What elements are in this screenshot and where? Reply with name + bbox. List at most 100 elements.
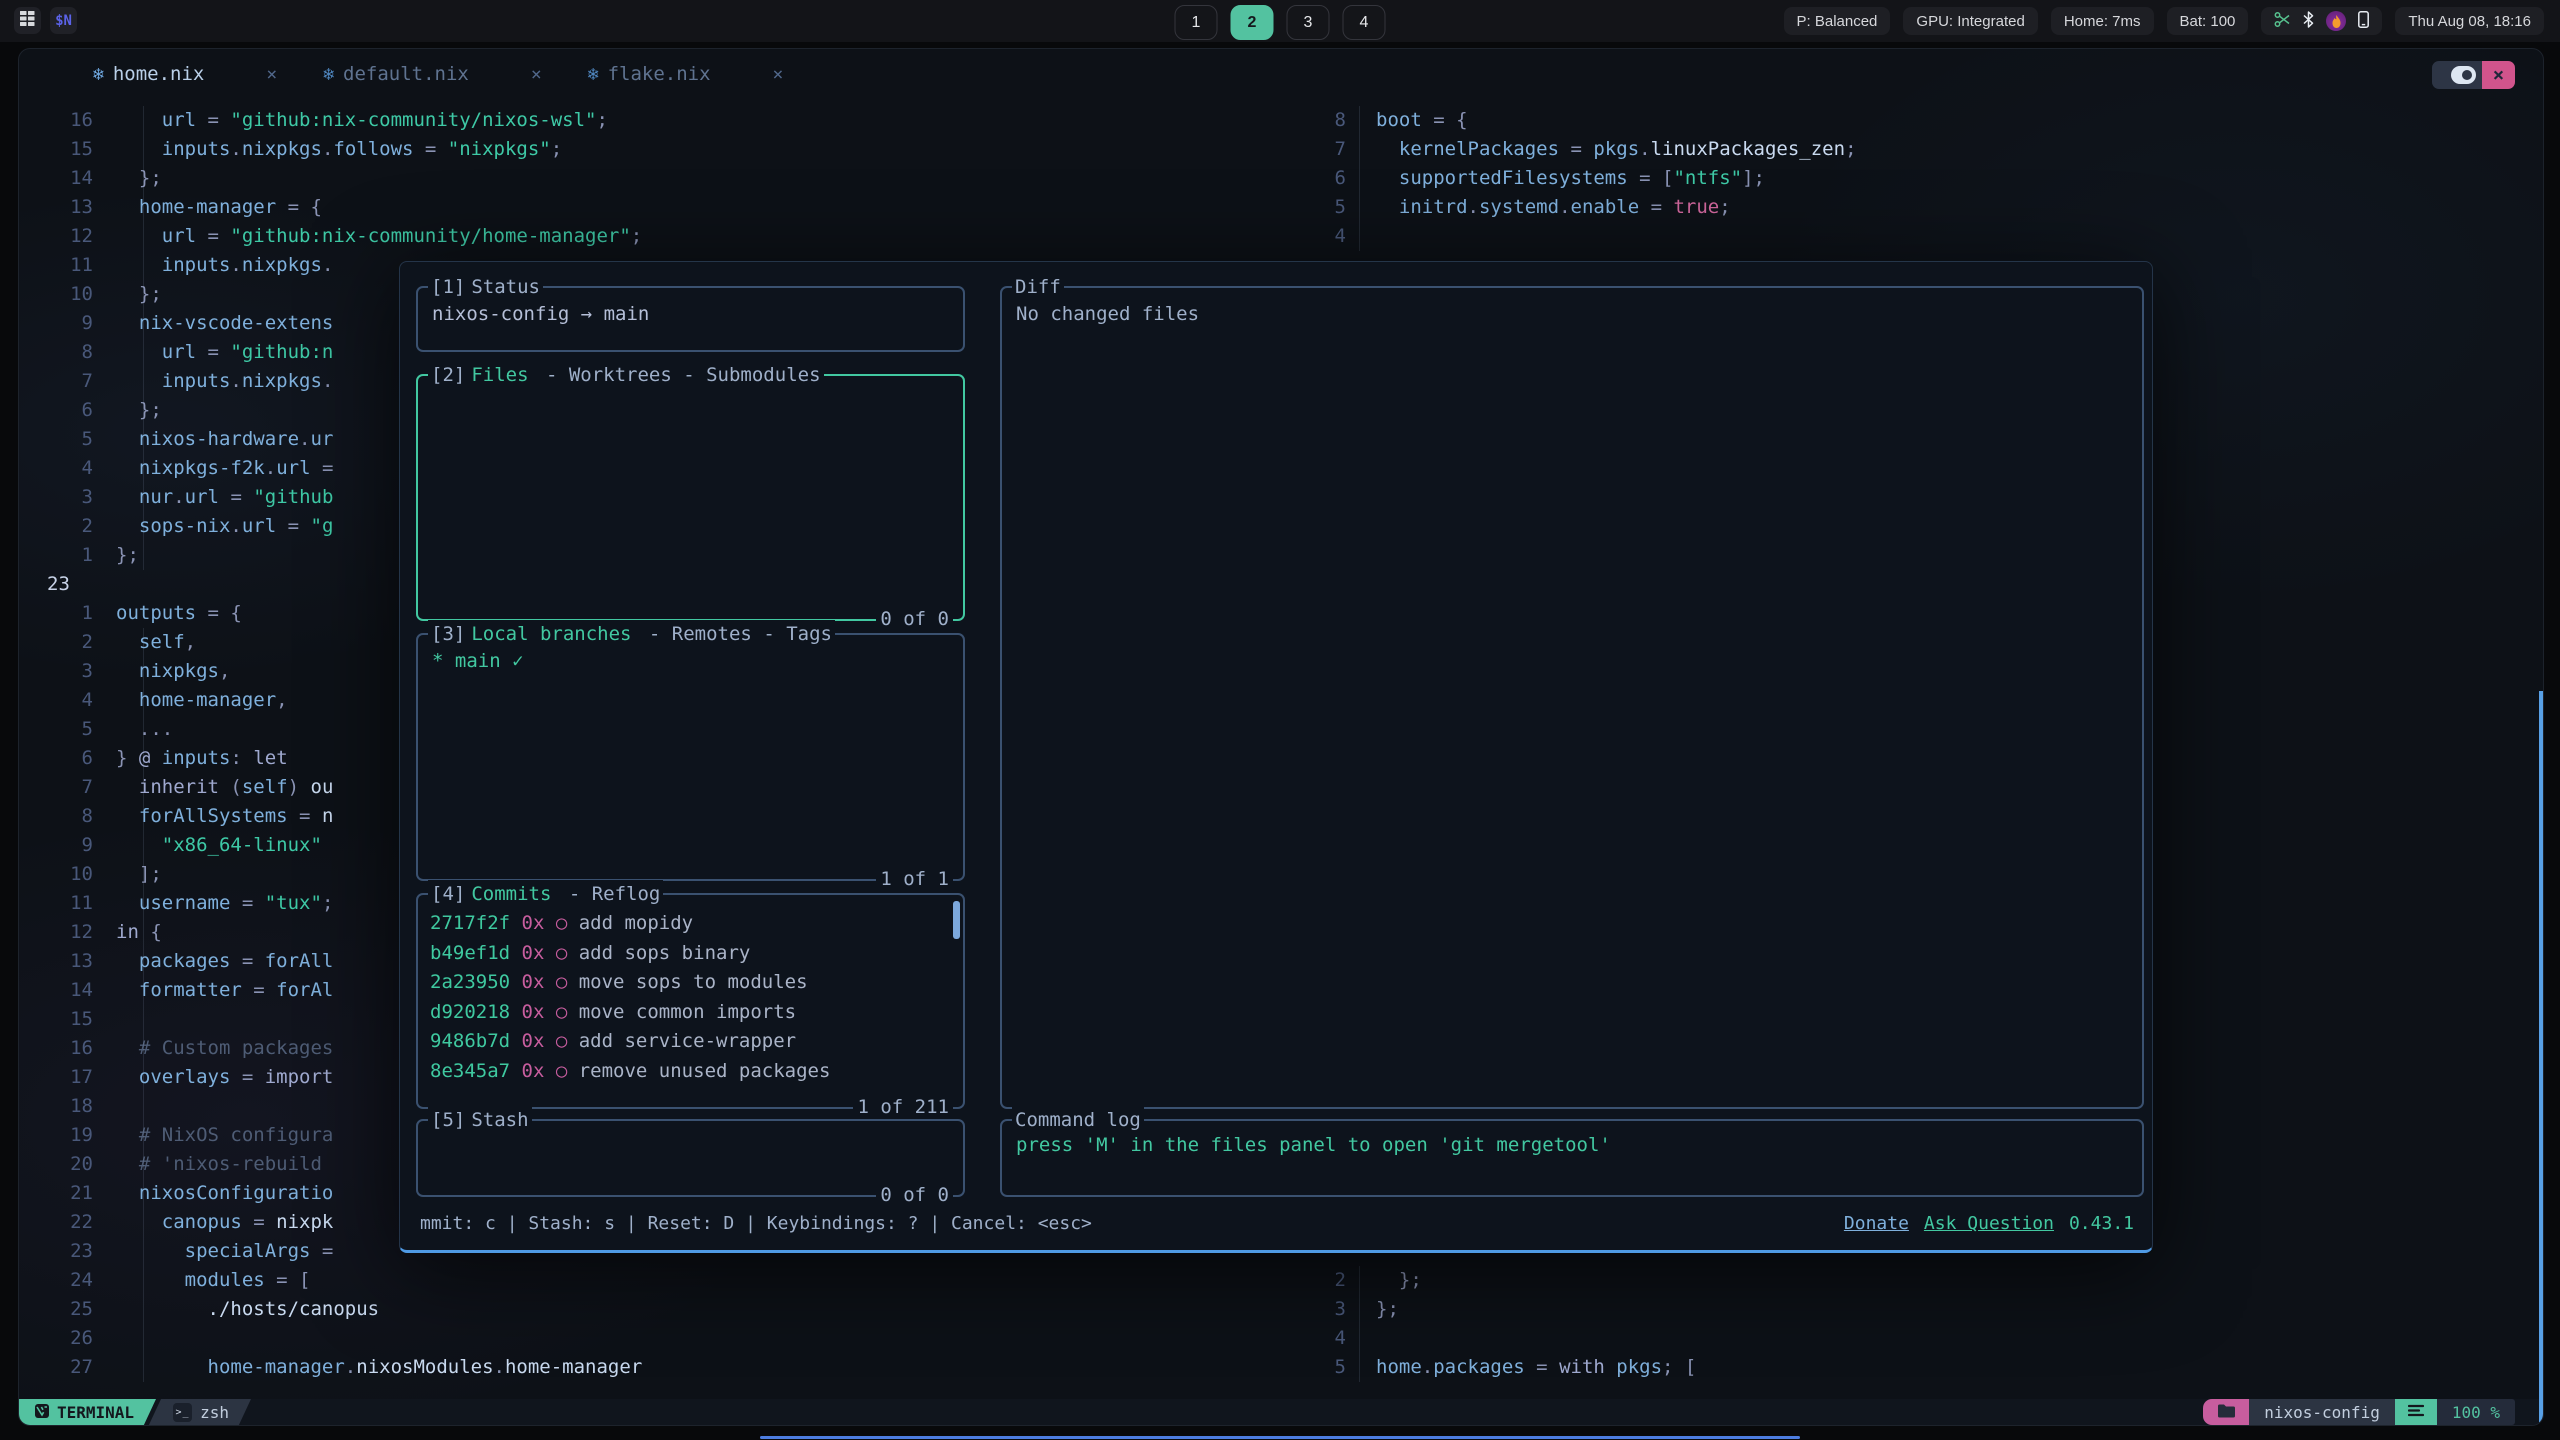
code-line: 7 kernelPackages = pkgs.linuxPackages_ze… bbox=[1319, 135, 2543, 164]
code-line: 8boot = { bbox=[1319, 106, 2543, 135]
app-launcher-button[interactable] bbox=[14, 7, 41, 34]
commits-scrollbar-thumb[interactable] bbox=[953, 901, 960, 939]
code-line: 24 modules = [ bbox=[19, 1266, 1319, 1295]
panel-title: Stash bbox=[468, 1106, 531, 1136]
workspace-button-3[interactable]: 3 bbox=[1287, 5, 1330, 40]
ping-pill[interactable]: Home: 7ms bbox=[2051, 7, 2154, 35]
editor-scrollbar-thumb[interactable] bbox=[2539, 691, 2543, 1425]
flame-icon[interactable] bbox=[2326, 11, 2346, 31]
code-line: 3}; bbox=[1319, 1295, 2543, 1324]
desktop: $N 1234 P: Balanced GPU: Integrated Home… bbox=[0, 0, 2560, 1440]
editor-window: ❄home.nix×❄default.nix×❄flake.nix× × 16 … bbox=[18, 48, 2544, 1426]
folder-icon bbox=[2218, 1403, 2235, 1422]
panel-count: 0 of 0 bbox=[876, 1181, 953, 1211]
lines-icon bbox=[2408, 1402, 2424, 1422]
tab-close-icon[interactable]: × bbox=[531, 64, 542, 85]
panel-count: 0 of 0 bbox=[876, 605, 953, 635]
gpu-pill[interactable]: GPU: Integrated bbox=[1903, 7, 2037, 35]
editor-tab-default.nix[interactable]: ❄ default.nix × bbox=[323, 49, 542, 99]
code-line: 25 ./hosts/canopus bbox=[19, 1295, 1319, 1324]
battery-pill[interactable]: Bat: 100 bbox=[2167, 7, 2249, 35]
panel-tab-active[interactable]: Local branches bbox=[468, 620, 634, 650]
editor-tab-home.nix[interactable]: ❄ home.nix × bbox=[93, 49, 277, 99]
tab-bar: ❄home.nix×❄default.nix×❄flake.nix× bbox=[19, 49, 2543, 99]
indent-guide bbox=[1359, 106, 1360, 251]
panel-count: 1 of 211 bbox=[853, 1093, 953, 1123]
scissors-icon[interactable] bbox=[2274, 11, 2291, 32]
commit-row[interactable]: 2a23950 0x ○ move sops to modules bbox=[430, 968, 963, 998]
lazygit-stash-panel[interactable]: [5]Stash 0 of 0 bbox=[416, 1119, 965, 1197]
toggle-knob bbox=[2451, 66, 2476, 84]
bluetooth-icon[interactable] bbox=[2303, 11, 2314, 32]
folder-segment[interactable] bbox=[2203, 1399, 2249, 1425]
commit-row[interactable]: d920218 0x ○ move common imports bbox=[430, 998, 963, 1028]
shell-label: zsh bbox=[200, 1403, 229, 1422]
commit-row[interactable]: b49ef1d 0x ○ add sops binary bbox=[430, 939, 963, 969]
workspace-button-4[interactable]: 4 bbox=[1343, 5, 1386, 40]
window-toggle[interactable] bbox=[2432, 61, 2482, 89]
editor-statusbar: TERMINAL >_ zsh nixos-config 100 % bbox=[19, 1399, 2543, 1425]
panel-key: [2] bbox=[428, 361, 468, 391]
lazygit-diff-panel[interactable]: Diff No changed files bbox=[1000, 286, 2144, 1109]
nix-badge[interactable]: $N bbox=[50, 7, 77, 34]
panel-count: 1 of 1 bbox=[876, 865, 953, 895]
workspace-button-1[interactable]: 1 bbox=[1175, 5, 1218, 40]
shell-prompt-icon: >_ bbox=[173, 1403, 192, 1422]
code-line: 5 initrd.systemd.enable = true; bbox=[1319, 193, 2543, 222]
ask-question-link[interactable]: Ask Question bbox=[1924, 1209, 2054, 1239]
lazygit-popup: [1]Status nixos-config → main [2]Files -… bbox=[399, 261, 2153, 1253]
panel-tab-active[interactable]: Commits bbox=[468, 880, 554, 910]
code-line: 6 supportedFilesystems = ["ntfs"]; bbox=[1319, 164, 2543, 193]
workspace-button-2[interactable]: 2 bbox=[1231, 5, 1274, 40]
panel-title: Diff bbox=[1012, 273, 1064, 303]
code-line: 15 inputs.nixpkgs.follows = "nixpkgs"; bbox=[19, 135, 1319, 164]
nix-snowflake-icon: ❄ bbox=[323, 64, 334, 85]
donate-link[interactable]: Donate bbox=[1844, 1209, 1909, 1239]
panel-tabs[interactable]: - Remotes - Tags bbox=[634, 620, 834, 650]
lazygit-files-panel[interactable]: [2]Files - Worktrees - Submodules 0 of 0 bbox=[416, 374, 965, 621]
lazygit-footer: mmit: c | Stash: s | Reset: D | Keybindi… bbox=[420, 1209, 2134, 1239]
nix-badge-label: $N bbox=[55, 13, 72, 29]
panel-tabs[interactable]: - Reflog bbox=[554, 880, 663, 910]
repo-segment[interactable]: nixos-config bbox=[2249, 1399, 2395, 1425]
command-log-content: press 'M' in the files panel to open 'gi… bbox=[1002, 1121, 2142, 1173]
panel-key: [5] bbox=[428, 1106, 468, 1136]
scroll-segment[interactable] bbox=[2395, 1399, 2437, 1425]
nix-snowflake-icon: ❄ bbox=[93, 64, 104, 85]
tab-label: default.nix bbox=[343, 63, 469, 85]
panel-title: Command log bbox=[1012, 1106, 1144, 1136]
panel-key: [4] bbox=[428, 880, 468, 910]
code-line: 5home.packages = with pkgs; [ bbox=[1319, 1353, 2543, 1382]
lazygit-status-panel[interactable]: [1]Status nixos-config → main bbox=[416, 286, 965, 352]
code-line: 4 bbox=[1319, 222, 2543, 251]
tab-close-icon[interactable]: × bbox=[266, 64, 277, 85]
tab-label: home.nix bbox=[113, 63, 205, 85]
panel-tab-active[interactable]: Files bbox=[468, 361, 531, 391]
topbar-left: $N bbox=[14, 7, 77, 34]
code-line: 26 bbox=[19, 1324, 1319, 1353]
window-controls: × bbox=[2432, 61, 2515, 89]
commit-row[interactable]: 9486b7d 0x ○ add service-wrapper bbox=[430, 1027, 963, 1057]
editor-tab-flake.nix[interactable]: ❄flake.nix× bbox=[588, 49, 784, 99]
phone-icon[interactable] bbox=[2358, 11, 2369, 32]
nix-snowflake-icon: ❄ bbox=[588, 64, 599, 85]
code-line: 14 }; bbox=[19, 164, 1319, 193]
grid-icon bbox=[20, 11, 35, 31]
window-close-button[interactable]: × bbox=[2482, 61, 2515, 89]
commit-row[interactable]: 2717f2f 0x ○ add mopidy bbox=[430, 909, 963, 939]
code-line: 12 url = "github:nix-community/home-mana… bbox=[19, 222, 1319, 251]
indent-guide bbox=[143, 106, 144, 570]
clock[interactable]: Thu Aug 08, 18:16 bbox=[2395, 7, 2544, 35]
lazygit-branches-panel[interactable]: [3]Local branches - Remotes - Tags * mai… bbox=[416, 633, 965, 881]
lazygit-commits-panel[interactable]: [4]Commits - Reflog 2717f2f 0x ○ add mop… bbox=[416, 893, 965, 1109]
workspace-switcher: 1234 bbox=[1175, 5, 1386, 40]
lazygit-command-log-panel[interactable]: Command log press 'M' in the files panel… bbox=[1000, 1119, 2144, 1197]
shell-segment[interactable]: >_ zsh bbox=[161, 1399, 251, 1425]
tab-close-icon[interactable]: × bbox=[773, 64, 784, 85]
power-profile-pill[interactable]: P: Balanced bbox=[1784, 7, 1891, 35]
mode-label: TERMINAL bbox=[57, 1403, 134, 1422]
mode-segment[interactable]: TERMINAL bbox=[19, 1399, 156, 1425]
panel-tabs[interactable]: - Worktrees - Submodules bbox=[532, 361, 824, 391]
commit-row[interactable]: 8e345a7 0x ○ remove unused packages bbox=[430, 1057, 963, 1087]
topbar-right: P: Balanced GPU: Integrated Home: 7ms Ba… bbox=[1784, 7, 2544, 35]
